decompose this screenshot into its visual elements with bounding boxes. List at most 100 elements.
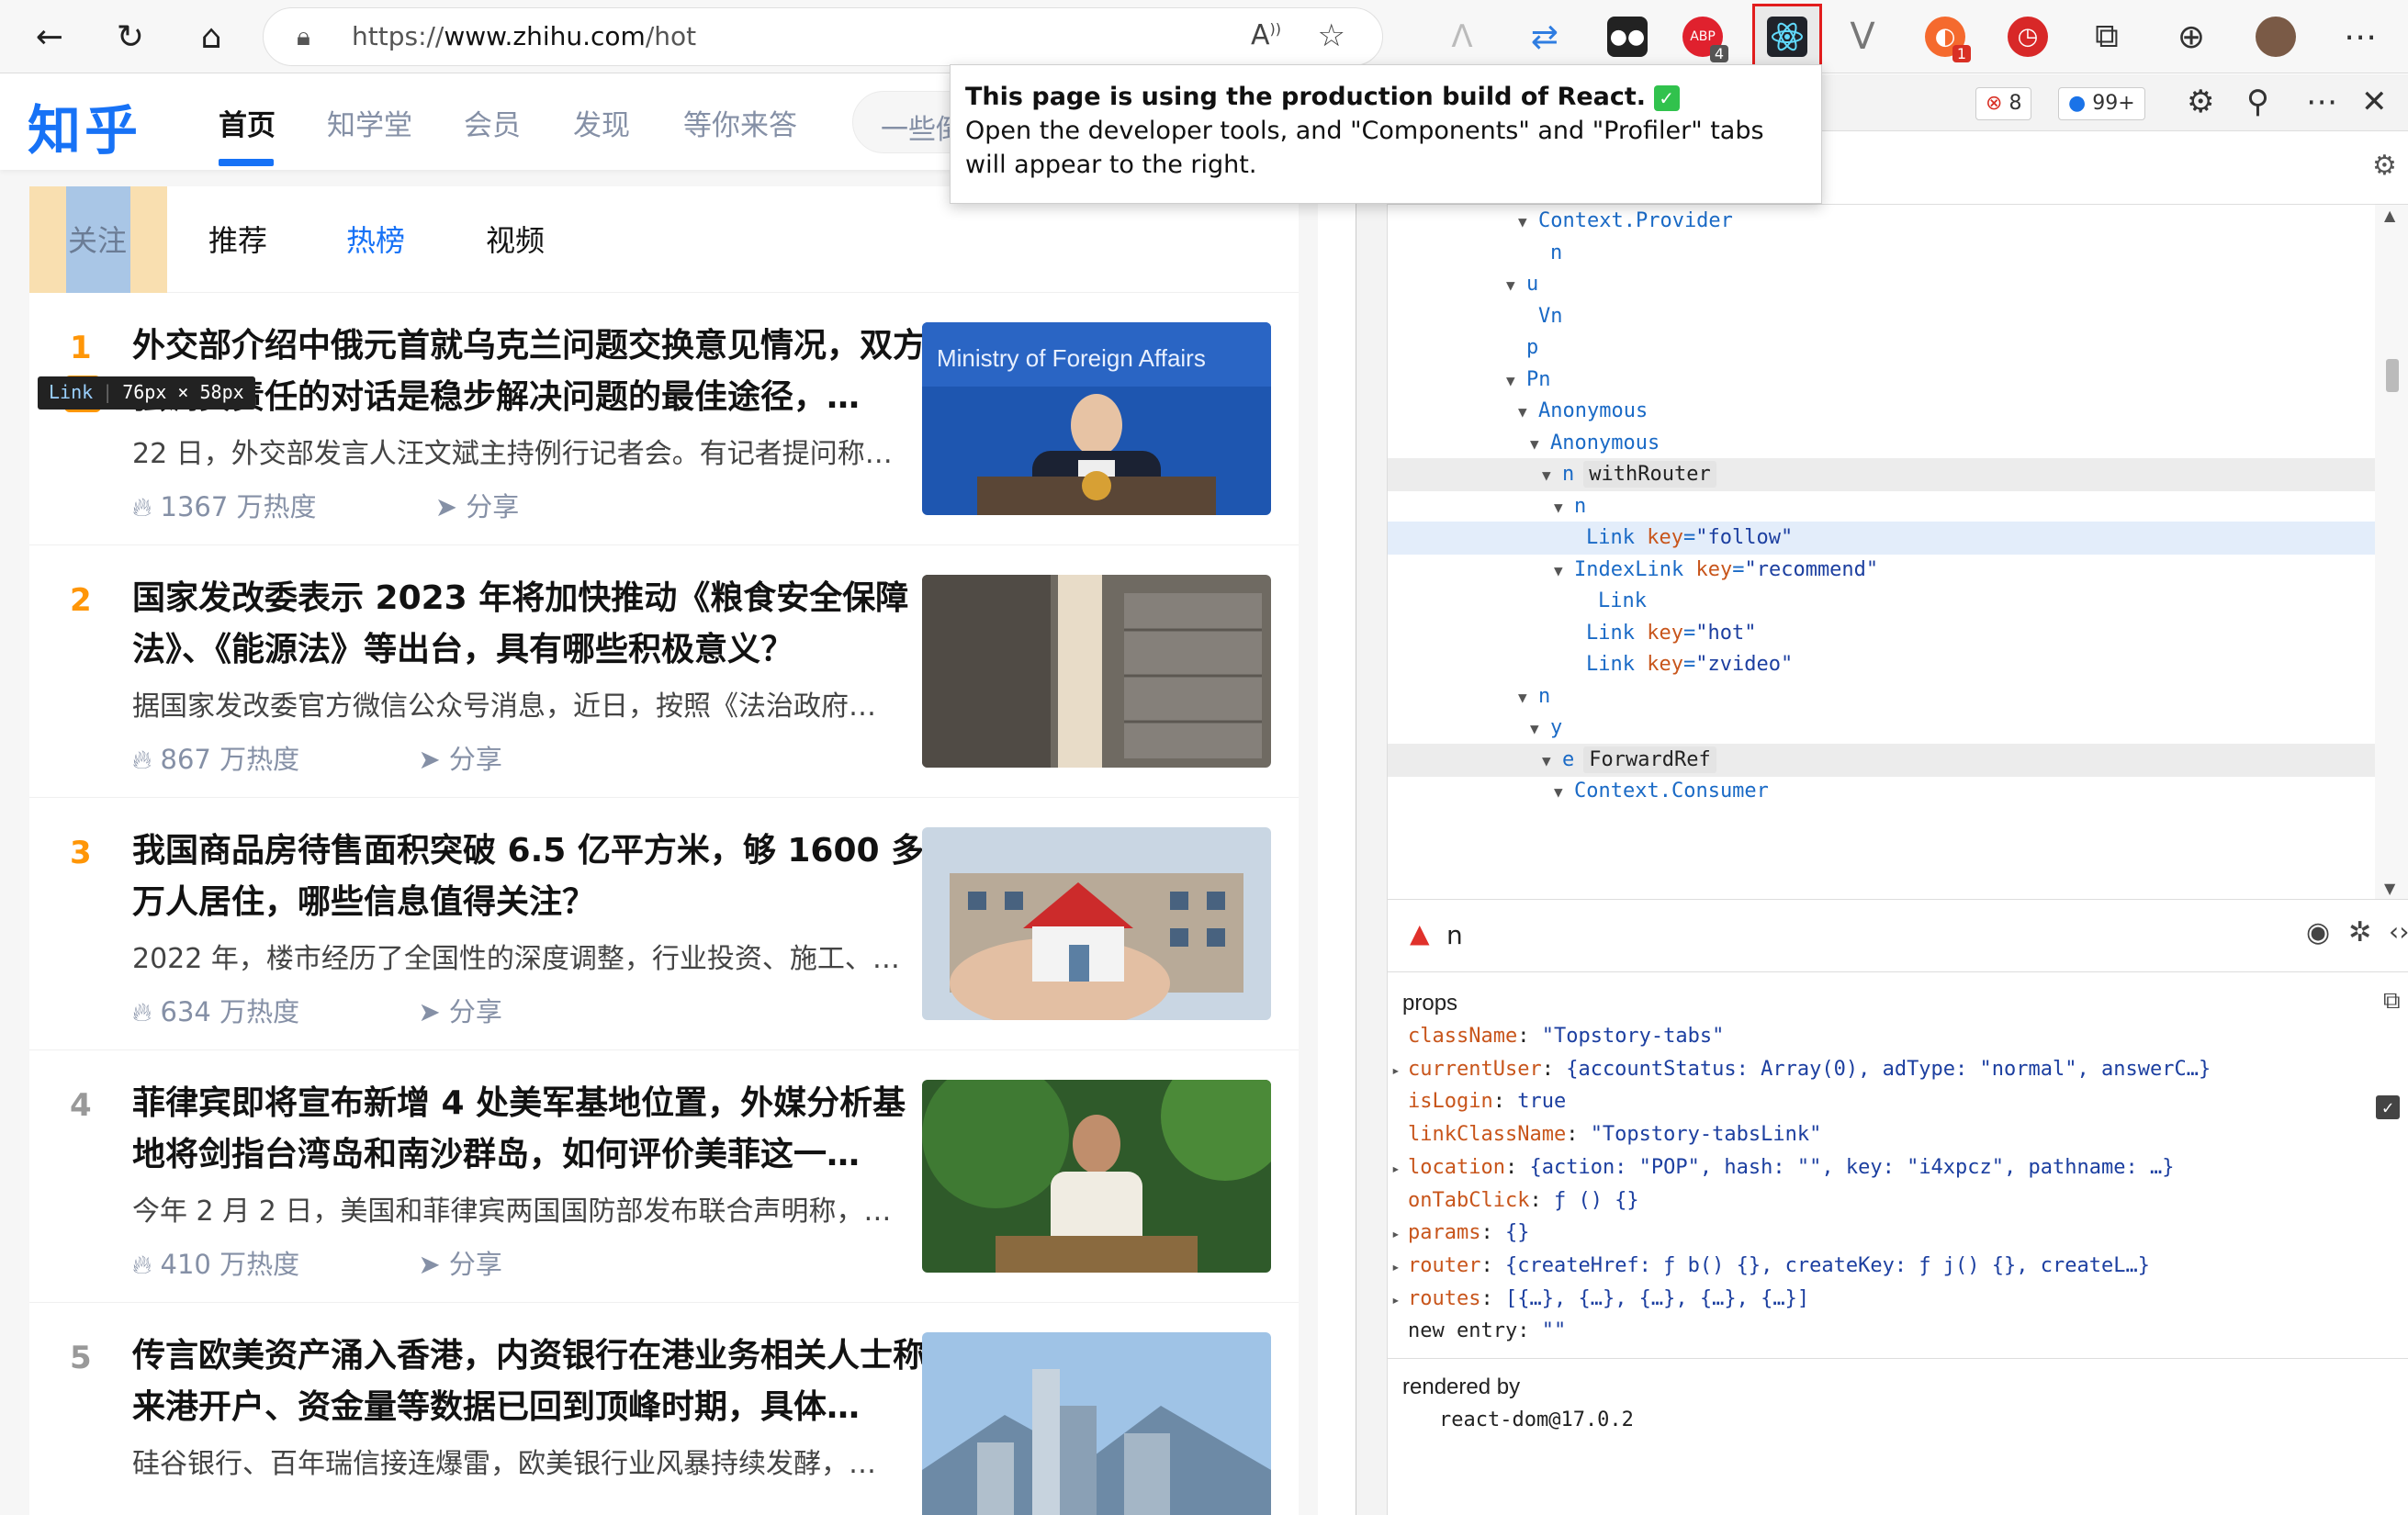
- address-bar[interactable]: 🔒︎ https://www.zhihu.com/hot A)) ☆: [263, 7, 1383, 66]
- tab-hot[interactable]: 热榜: [346, 218, 405, 260]
- clock-extension-icon[interactable]: ◷: [2008, 17, 2048, 57]
- tree-row[interactable]: ▼ IndexLink key="recommend": [1388, 554, 2375, 587]
- prop-row[interactable]: ▸ router: {createHref: ƒ b() {}, createKe…: [1391, 1250, 2150, 1283]
- expand-triangle-icon[interactable]: ▼: [1506, 269, 1526, 302]
- tree-row[interactable]: Vn: [1388, 300, 2375, 333]
- tree-row[interactable]: ▼ Anonymous: [1388, 427, 2375, 460]
- expand-triangle-icon[interactable]: ▼: [1530, 428, 1550, 461]
- tree-row[interactable]: Link key="zvideo": [1388, 648, 2375, 681]
- prop-value[interactable]: "": [1542, 1319, 1567, 1342]
- prop-value[interactable]: [{…}, {…}, {…}, {…}, {…}]: [1505, 1287, 1809, 1310]
- prop-row[interactable]: isLogin: true: [1391, 1085, 1566, 1118]
- tree-row[interactable]: ▼ n: [1388, 490, 2375, 523]
- inspect-dom-icon[interactable]: ◉: [2306, 916, 2330, 948]
- hot-thumbnail[interactable]: [922, 827, 1271, 1020]
- prop-value[interactable]: "Topstory-tabs": [1542, 1025, 1725, 1048]
- expand-triangle-icon[interactable]: ▼: [1518, 681, 1538, 714]
- tree-row[interactable]: ▼ y: [1388, 712, 2375, 745]
- devtools-splitter[interactable]: [1356, 74, 1388, 1515]
- errors-badge[interactable]: ⊗ 8: [1975, 87, 2032, 120]
- prop-row[interactable]: ▸ params: {}: [1391, 1217, 1529, 1250]
- tree-row[interactable]: ▼ Context.Provider: [1388, 205, 2375, 238]
- tree-row[interactable]: Link key="hot": [1388, 617, 2375, 650]
- copy-props-icon[interactable]: ⧉: [2383, 987, 2401, 1016]
- nav-zhixuetang[interactable]: 知学堂: [327, 102, 412, 143]
- adblock-icon[interactable]: ABP 4: [1682, 17, 1728, 62]
- expand-triangle-icon[interactable]: ▼: [1554, 555, 1574, 588]
- tree-row[interactable]: n: [1388, 237, 2375, 270]
- hot-title[interactable]: 传言欧美资产涌入香港，内资银行在港业务相关人士称来港开户、资金量等数据已回到顶峰…: [132, 1330, 931, 1433]
- checkbox-icon[interactable]: ✓: [2376, 1095, 2400, 1119]
- hot-list-item[interactable]: 1 新 外交部介绍中俄元首就乌克兰问题交换意见情况，双方强调负责任的对话是稳步解…: [29, 293, 1299, 545]
- share-button[interactable]: ➤ 分享: [418, 996, 557, 1027]
- expand-triangle-icon[interactable]: ▼: [1554, 776, 1574, 809]
- prop-value[interactable]: {createHref: ƒ b() {}, createKey: ƒ j() …: [1505, 1254, 2150, 1277]
- expand-triangle-icon[interactable]: ▼: [1542, 459, 1562, 492]
- settings-icon[interactable]: ⚙: [2187, 84, 2214, 120]
- expand-triangle-icon[interactable]: ▸: [1391, 1054, 1408, 1087]
- component-settings-icon[interactable]: ⚙: [2372, 150, 2397, 182]
- prop-value[interactable]: ƒ () {}: [1554, 1189, 1639, 1212]
- view-source-icon[interactable]: ‹›: [2389, 916, 2408, 947]
- tree-row[interactable]: ▼ e ForwardRef: [1388, 743, 2375, 778]
- prop-row[interactable]: onTabClick: ƒ () {}: [1391, 1184, 1639, 1218]
- tree-row[interactable]: p: [1388, 331, 2375, 365]
- close-devtools-icon[interactable]: ✕: [2361, 84, 2388, 120]
- zhihu-logo[interactable]: 知乎: [28, 87, 141, 164]
- hot-thumbnail[interactable]: [922, 1332, 1271, 1515]
- tree-row[interactable]: ▼ n: [1388, 680, 2375, 713]
- prop-row[interactable]: ▸ location: {action: "POP", hash: "", key…: [1391, 1151, 2174, 1184]
- expand-triangle-icon[interactable]: ▸: [1391, 1152, 1408, 1185]
- debug-icon[interactable]: ✲: [2348, 916, 2371, 948]
- prop-row[interactable]: className: "Topstory-tabs": [1391, 1020, 1724, 1053]
- prop-row[interactable]: ▸ routes: [{…}, {…}, {…}, {…}, {…}]: [1391, 1283, 1809, 1316]
- expand-triangle-icon[interactable]: ▼: [1518, 396, 1538, 429]
- tab-recommend[interactable]: 推荐: [208, 218, 267, 260]
- prop-value[interactable]: "Topstory-tabsLink": [1591, 1123, 1822, 1146]
- nav-waiting-answers[interactable]: 等你来答: [683, 102, 797, 143]
- hot-list-item[interactable]: 3 我国商品房待售面积突破 6.5 亿平方米，够 1600 多万人居住，哪些信息…: [29, 798, 1299, 1050]
- v-extension-icon[interactable]: Λ: [1442, 17, 1482, 57]
- back-icon[interactable]: ←: [24, 11, 75, 62]
- tree-row[interactable]: Link: [1388, 585, 2375, 618]
- hot-list-item[interactable]: 5 传言欧美资产涌入香港，内资银行在港业务相关人士称来港开户、资金量等数据已回到…: [29, 1303, 1299, 1515]
- more-options-icon[interactable]: ⋯: [2306, 84, 2337, 120]
- react-devtools-extension[interactable]: [1752, 4, 1822, 70]
- prop-value[interactable]: {}: [1505, 1221, 1530, 1244]
- share-button[interactable]: ➤ 分享: [435, 491, 575, 522]
- add-favorite-icon[interactable]: ☆: [1318, 17, 1345, 54]
- expand-triangle-icon[interactable]: ▸: [1391, 1251, 1408, 1284]
- expand-triangle-icon[interactable]: ▼: [1518, 206, 1538, 239]
- tree-row[interactable]: ▼ n withRouter: [1388, 458, 2375, 491]
- share-button[interactable]: ➤ 分享: [418, 744, 557, 775]
- tree-row[interactable]: ▼ Context.Consumer: [1388, 775, 2375, 808]
- vue-devtools-icon[interactable]: V: [1842, 16, 1883, 58]
- hot-thumbnail[interactable]: [922, 575, 1271, 768]
- expand-triangle-icon[interactable]: ▼: [1506, 365, 1526, 398]
- extensions-icon[interactable]: ⧉: [2087, 17, 2127, 57]
- expand-triangle-icon[interactable]: ▼: [1542, 745, 1562, 778]
- home-icon[interactable]: ⌂: [186, 11, 237, 62]
- refresh-icon[interactable]: ↻: [105, 11, 156, 62]
- nav-vip[interactable]: 会员: [464, 102, 521, 143]
- rendered-by-value[interactable]: react-dom@17.0.2: [1439, 1404, 1634, 1437]
- hot-thumbnail[interactable]: Ministry of Foreign Affairs: [922, 322, 1271, 515]
- hot-title[interactable]: 菲律宾即将宣布新增 4 处美军基地位置，外媒分析基地将剑指台湾岛和南沙群岛，如何…: [132, 1078, 931, 1181]
- prop-value[interactable]: {accountStatus: Array(0), adType: "norma…: [1566, 1058, 2211, 1081]
- expand-triangle-icon[interactable]: ▼: [1530, 713, 1550, 746]
- nav-home[interactable]: 首页: [219, 102, 276, 143]
- customize-icon[interactable]: ⚲: [2246, 84, 2269, 120]
- tab-video[interactable]: 视频: [486, 218, 545, 260]
- hot-title[interactable]: 国家发改委表示 2023 年将加快推动《粮食安全保障法》、《能源法》等出台，具有…: [132, 573, 931, 676]
- tampermonkey-icon[interactable]: ●●: [1607, 17, 1648, 57]
- sync-extension-icon[interactable]: ⇄: [1525, 17, 1565, 57]
- prop-row[interactable]: ▸ currentUser: {accountStatus: Array(0), …: [1391, 1053, 2211, 1086]
- notification-extension-icon[interactable]: ◐ 1: [1925, 17, 1971, 62]
- tab-follow[interactable]: 关注: [68, 218, 127, 260]
- profile-avatar[interactable]: [2256, 17, 2296, 57]
- prop-row[interactable]: new entry: "": [1391, 1315, 1566, 1348]
- collections-icon[interactable]: ⊕: [2171, 17, 2211, 57]
- tree-row[interactable]: ▼ u: [1388, 268, 2375, 301]
- expand-triangle-icon[interactable]: ▼: [1554, 491, 1574, 524]
- hot-list-item[interactable]: 2 国家发改委表示 2023 年将加快推动《粮食安全保障法》、《能源法》等出台，…: [29, 545, 1299, 798]
